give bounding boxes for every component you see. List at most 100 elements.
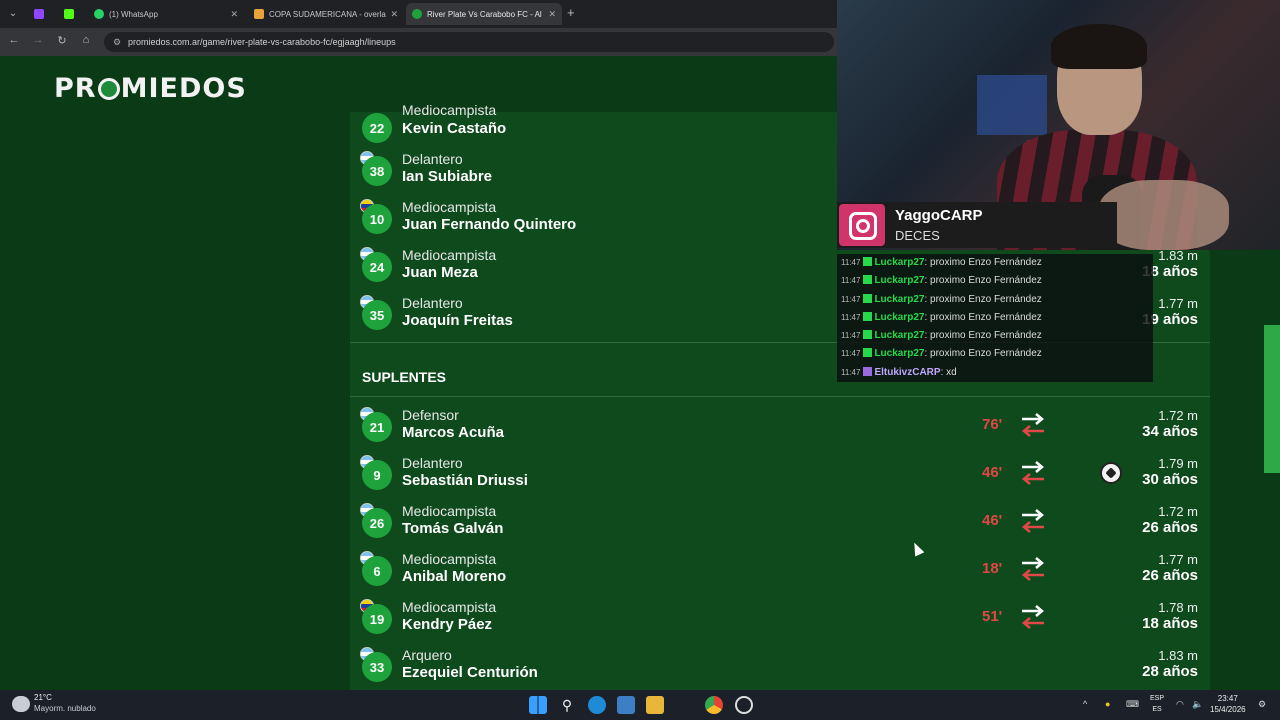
scrollbar[interactable] xyxy=(1264,325,1280,473)
tab-sudamericana[interactable]: COPA SUDAMERICANA - overla ✕ xyxy=(248,3,404,25)
store-icon[interactable] xyxy=(617,696,635,714)
tab-kick[interactable] xyxy=(58,3,84,25)
player-age: 26 años xyxy=(1142,519,1198,536)
chrome-icon[interactable] xyxy=(705,696,723,714)
tab-river-plate[interactable]: River Plate Vs Carabobo FC - Al ✕ xyxy=(406,3,562,25)
sub-minute: 76' xyxy=(982,416,1003,433)
kick-badge-icon xyxy=(863,293,873,303)
player-height: 1.72 m xyxy=(1158,504,1198,519)
keyboard-icon[interactable]: ⌨ xyxy=(1126,699,1139,710)
football-logo-icon xyxy=(97,78,120,100)
player-name: Juan Meza xyxy=(402,264,478,281)
weather-temperature[interactable]: 21°C xyxy=(34,693,52,702)
streamer-hand xyxy=(1099,180,1229,250)
player-row[interactable]: 24 Mediocampista Juan Meza xyxy=(360,247,860,293)
back-icon[interactable]: ← xyxy=(6,34,22,46)
stream-chat: 11:47 Luckarp27: proximo Enzo Fernández 1… xyxy=(837,254,1153,382)
wifi-icon[interactable]: ◠ xyxy=(1176,699,1184,710)
volume-icon[interactable]: 🔈 xyxy=(1192,699,1203,710)
player-position: Mediocampista xyxy=(402,247,497,263)
close-icon[interactable]: ✕ xyxy=(548,9,556,20)
player-height: 1.77 m xyxy=(1158,552,1198,567)
cloud-icon[interactable] xyxy=(12,696,30,712)
player-row[interactable]: 35 Delantero Joaquín Freitas xyxy=(360,295,860,341)
microphone-icon[interactable]: ● xyxy=(1105,699,1110,709)
kick-badge-icon xyxy=(863,311,873,321)
player-position: Defensor xyxy=(402,407,459,423)
shirt-number: 38 xyxy=(362,156,392,186)
tab-twitch[interactable] xyxy=(28,3,54,25)
player-height: 1.72 m xyxy=(1158,408,1198,423)
file-explorer-icon[interactable] xyxy=(646,696,664,714)
address-bar[interactable]: ⚙ promiedos.com.ar/game/river-plate-vs-c… xyxy=(104,32,834,52)
notification-icon[interactable]: ⚙ xyxy=(1258,699,1266,710)
player-name: Tomás Galván xyxy=(402,520,504,537)
substitution-icon xyxy=(1022,413,1044,437)
site-info-icon[interactable]: ⚙ xyxy=(113,32,121,52)
player-row[interactable]: 38 Delantero Ian Subiabre xyxy=(360,151,860,197)
kick-badge-icon xyxy=(863,275,873,285)
player-row[interactable]: 10 Mediocampista Juan Fernando Quintero xyxy=(360,199,860,245)
twitch-badge-icon xyxy=(863,366,873,376)
sub-player-row[interactable]: 26 Mediocampista Tomás Galván xyxy=(360,503,860,549)
sub-player-row[interactable]: 19 Mediocampista Kendry Páez xyxy=(360,599,860,645)
kick-badge-icon xyxy=(863,257,873,266)
new-tab-button[interactable]: + xyxy=(567,5,575,20)
shirt-number: 9 xyxy=(362,460,392,490)
player-stats: 1.77 m 26 años xyxy=(1078,552,1198,584)
divider xyxy=(350,396,1210,397)
shirt-number: 21 xyxy=(362,412,392,442)
substitution-icon xyxy=(1022,605,1044,629)
reload-icon[interactable]: ↻ xyxy=(54,34,70,47)
search-icon[interactable]: ⚲ xyxy=(558,696,576,714)
chevron-up-icon[interactable]: ^ xyxy=(1083,699,1087,709)
player-height: 1.78 m xyxy=(1158,600,1198,615)
promiedos-icon xyxy=(412,9,422,19)
language-indicator[interactable]: ESP ES xyxy=(1150,693,1164,715)
sub-player-row[interactable]: 9 Delantero Sebastián Driussi xyxy=(360,455,860,501)
player-age: 26 años xyxy=(1142,567,1198,584)
chat-message: 11:47 Luckarp27: proximo Enzo Fernández xyxy=(841,348,1042,360)
weather-description[interactable]: Mayorm. nublado xyxy=(34,704,96,713)
player-row[interactable]: 22 Mediocampista Kevin Castaño xyxy=(360,102,860,154)
kick-icon xyxy=(64,9,74,19)
sub-player-row[interactable]: 33 Arquero Ezequiel Centurión xyxy=(360,647,860,693)
forward-icon[interactable]: → xyxy=(30,34,46,46)
player-name: Kendry Páez xyxy=(402,616,493,633)
home-icon[interactable]: ⌂ xyxy=(78,34,94,46)
close-icon[interactable]: ✕ xyxy=(230,9,238,20)
instagram-badge: YaggoCARP DECES xyxy=(837,202,1117,248)
player-position: Arquero xyxy=(402,647,452,663)
clock[interactable]: 23:47 15/4/2026 xyxy=(1210,693,1246,715)
player-stats: 1.83 m 28 años xyxy=(1078,648,1198,680)
chat-message: 11:47 Luckarp27: proximo Enzo Fernández xyxy=(841,257,1042,268)
player-position: Mediocampista xyxy=(402,199,497,215)
player-stats: 1.79 m 30 años xyxy=(1078,456,1198,488)
player-name: Marcos Acuña xyxy=(402,424,504,441)
player-position: Delantero xyxy=(402,295,463,311)
player-age: 30 años xyxy=(1142,471,1198,488)
chat-message: 11:47 Luckarp27: proximo Enzo Fernández xyxy=(841,293,1042,305)
player-age: 34 años xyxy=(1142,423,1198,440)
sub-player-row[interactable]: 21 Defensor Marcos Acuña xyxy=(360,407,860,453)
tab-search-icon[interactable]: ⌄ xyxy=(4,5,22,23)
player-position: Delantero xyxy=(402,455,463,471)
sub-minute: 46' xyxy=(982,512,1003,529)
player-stats: 1.78 m 18 años xyxy=(1078,600,1198,632)
close-icon[interactable]: ✕ xyxy=(390,9,398,20)
windows-start-icon[interactable] xyxy=(529,696,547,714)
tab-label: River Plate Vs Carabobo FC - Al xyxy=(427,9,542,19)
substitution-icon xyxy=(1022,509,1044,533)
chat-message: 11:47 Luckarp27: proximo Enzo Fernández xyxy=(841,311,1042,323)
player-name: Ian Subiabre xyxy=(402,168,493,185)
obs-icon[interactable] xyxy=(735,696,753,714)
player-position: Mediocampista xyxy=(402,102,497,118)
sub-player-row[interactable]: 6 Mediocampista Anibal Moreno xyxy=(360,551,860,597)
streamer-hair xyxy=(1051,24,1147,69)
tab-whatsapp[interactable]: (1) WhatsApp ✕ xyxy=(88,3,244,25)
promiedos-logo[interactable]: PR MIEDOS xyxy=(54,73,247,104)
player-position: Mediocampista xyxy=(402,599,497,615)
player-height: 1.79 m xyxy=(1158,456,1198,471)
edge-icon[interactable] xyxy=(588,696,606,714)
shirt-number: 35 xyxy=(362,300,392,330)
